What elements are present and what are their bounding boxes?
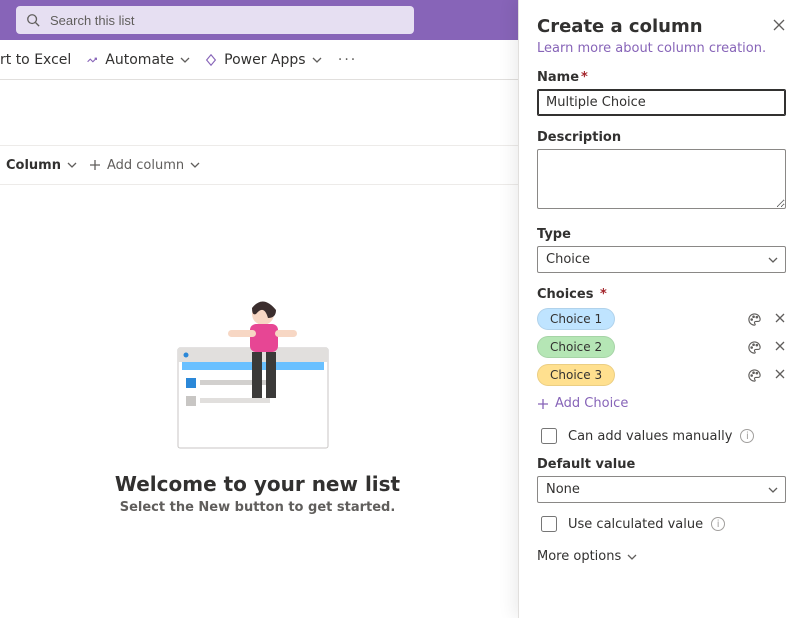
more-options-toggle[interactable]: More options (537, 549, 786, 564)
use-calculated-checkbox[interactable] (541, 516, 557, 532)
use-calculated-label: Use calculated value (568, 517, 703, 532)
type-field: Type (537, 227, 786, 273)
palette-icon[interactable] (747, 312, 762, 327)
empty-state-subtitle: Select the New button to get started. (120, 500, 396, 515)
chevron-down-icon (180, 55, 190, 65)
chevron-down-icon (67, 160, 77, 170)
search-box-wrapper (16, 6, 414, 34)
chevron-down-icon (627, 552, 637, 562)
column-label: Column (6, 158, 61, 173)
name-input[interactable] (537, 89, 786, 116)
add-column-button[interactable]: Add column (89, 158, 200, 173)
description-field: Description (537, 130, 786, 213)
required-asterisk: * (595, 287, 606, 302)
description-input[interactable] (537, 149, 786, 209)
more-options-label: More options (537, 549, 621, 564)
automate-label: Automate (105, 52, 174, 68)
palette-icon[interactable] (747, 340, 762, 355)
export-label: rt to Excel (0, 52, 71, 68)
learn-more-link[interactable]: Learn more about column creation. (537, 41, 766, 56)
choices-field: Choices * Choice 1 Choice 2 Choice 3 (537, 287, 786, 411)
empty-illustration (158, 298, 358, 458)
add-choice-button[interactable]: Add Choice (537, 396, 786, 411)
description-label: Description (537, 130, 786, 145)
panel-title: Create a column (537, 16, 766, 37)
panel-header: Create a column Learn more about column … (537, 16, 786, 56)
choice-row: Choice 1 (537, 308, 786, 330)
chevron-down-icon (312, 55, 322, 65)
automate-button[interactable]: Automate (85, 52, 190, 68)
use-calculated-row: Use calculated value i (537, 513, 786, 535)
choice-row: Choice 2 (537, 336, 786, 358)
name-field: Name* (537, 70, 786, 116)
search-input[interactable] (16, 6, 414, 34)
remove-choice-icon[interactable] (774, 368, 786, 383)
remove-choice-icon[interactable] (774, 312, 786, 327)
info-icon[interactable]: i (711, 517, 725, 531)
more-commands-button[interactable]: ··· (336, 48, 360, 72)
default-value-select[interactable] (537, 476, 786, 503)
choice-pill[interactable]: Choice 2 (537, 336, 615, 358)
chevron-down-icon (190, 160, 200, 170)
can-add-values-checkbox[interactable] (541, 428, 557, 444)
default-value-field: Default value (537, 457, 786, 503)
type-select[interactable] (537, 246, 786, 273)
automate-icon (85, 53, 99, 67)
choices-label: Choices * (537, 287, 786, 302)
power-apps-label: Power Apps (224, 52, 305, 68)
type-label: Type (537, 227, 786, 242)
power-apps-button[interactable]: Power Apps (204, 52, 321, 68)
add-column-label: Add column (107, 158, 184, 173)
can-add-values-row: Can add values manually i (537, 425, 786, 447)
palette-icon[interactable] (747, 368, 762, 383)
create-column-panel: Create a column Learn more about column … (518, 0, 800, 618)
remove-choice-icon[interactable] (774, 340, 786, 355)
name-label: Name* (537, 70, 786, 85)
column-header-item[interactable]: Column (6, 158, 77, 173)
plus-icon (89, 159, 101, 171)
choices-label-text: Choices (537, 287, 593, 302)
empty-state-title: Welcome to your new list (115, 472, 400, 496)
info-icon[interactable]: i (740, 429, 754, 443)
can-add-values-label: Can add values manually (568, 429, 732, 444)
close-icon[interactable] (772, 18, 786, 32)
search-icon (26, 13, 40, 27)
choice-pill[interactable]: Choice 3 (537, 364, 615, 386)
default-value-label: Default value (537, 457, 786, 472)
add-choice-label: Add Choice (555, 396, 628, 411)
power-apps-icon (204, 53, 218, 67)
plus-icon (537, 398, 549, 410)
choice-row: Choice 3 (537, 364, 786, 386)
required-asterisk: * (581, 70, 588, 85)
name-label-text: Name (537, 70, 579, 85)
empty-state: Welcome to your new list Select the New … (0, 298, 515, 515)
choice-pill[interactable]: Choice 1 (537, 308, 615, 330)
export-to-excel-button[interactable]: rt to Excel (0, 52, 71, 68)
